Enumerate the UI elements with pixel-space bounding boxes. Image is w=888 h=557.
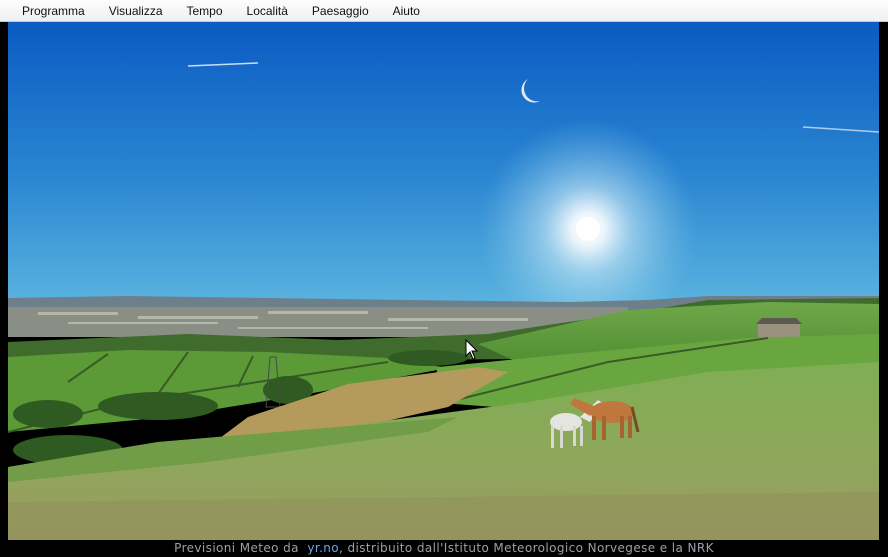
sky (8, 22, 879, 302)
menu-programma[interactable]: Programma (0, 0, 97, 22)
menu-tempo[interactable]: Tempo (175, 0, 235, 22)
landscape-svg (8, 22, 879, 540)
menu-aiuto[interactable]: Aiuto (381, 0, 432, 22)
yr-link[interactable]: yr.no (307, 541, 339, 555)
menu-paesaggio[interactable]: Paesaggio (300, 0, 381, 22)
menu-localita[interactable]: Località (235, 0, 300, 22)
status-prefix: Previsioni Meteo da (174, 541, 299, 555)
status-bar: Previsioni Meteo da yr.no, distribuito d… (0, 540, 888, 557)
menu-bar: Programma Visualizza Tempo Località Paes… (0, 0, 888, 22)
menu-visualizza[interactable]: Visualizza (97, 0, 175, 22)
status-suffix: , distribuito dall'Istituto Meteorologic… (339, 541, 714, 555)
sun-icon (576, 217, 600, 241)
weather-scene (8, 22, 879, 540)
